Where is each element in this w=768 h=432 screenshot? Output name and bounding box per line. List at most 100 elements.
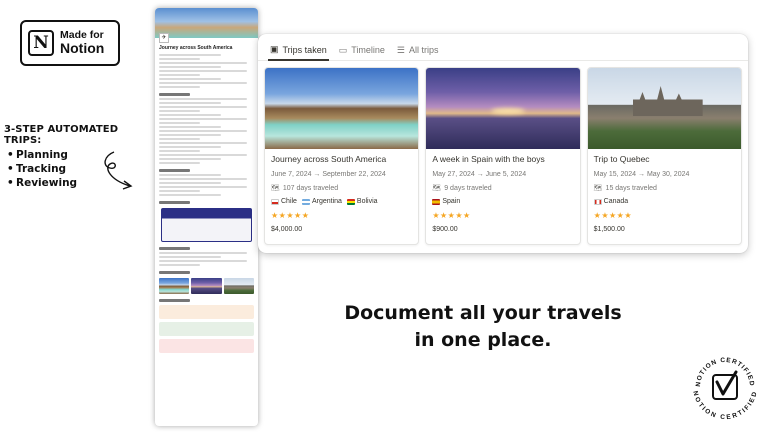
trip-card-south-america[interactable]: Journey across South America June 7, 202…	[264, 67, 420, 245]
callout-block	[159, 339, 254, 353]
callout-block	[159, 305, 254, 319]
section-heading	[159, 247, 190, 250]
tab-timeline[interactable]: ▭ Timeline	[337, 40, 387, 60]
checklist-row	[159, 150, 201, 152]
canada-flag-icon	[593, 198, 602, 205]
argentina-flag-icon	[301, 198, 310, 205]
view-tabs: ▣ Trips taken ▭ Timeline ☰ All trips	[258, 34, 748, 61]
table-row	[159, 256, 221, 258]
timeline-icon: ▭	[338, 44, 348, 55]
section-heading	[159, 201, 190, 204]
checklist-row	[159, 102, 221, 104]
boarding-pass-image	[161, 208, 252, 242]
checklist-row	[159, 162, 201, 164]
sunset-glow	[491, 108, 526, 114]
notion-logo-icon: N	[28, 30, 54, 56]
property-row	[159, 82, 247, 84]
checklist-row	[159, 134, 221, 136]
badge-text: Made for Notion	[60, 30, 104, 56]
checklist-row	[159, 146, 221, 148]
country-tag: Chile	[271, 198, 297, 205]
list-icon: ☰	[396, 44, 405, 55]
card-grid: Journey across South America June 7, 202…	[258, 61, 748, 245]
tab-label: All trips	[408, 45, 439, 55]
card-price: $900.00	[432, 226, 458, 233]
days-text: 107 days traveled	[282, 184, 339, 192]
table-row	[159, 174, 221, 176]
checklist-row	[159, 138, 201, 140]
notion-page-preview[interactable]: ✈ Journey across South America	[155, 8, 258, 426]
checklist-row	[159, 130, 247, 132]
table-row	[159, 190, 201, 192]
spain-flag-icon	[432, 198, 441, 205]
headline-line-1: Document all your travels	[344, 302, 622, 324]
property-row	[159, 74, 201, 76]
tab-label: Trips taken	[282, 44, 327, 55]
map-icon: 🗺	[593, 185, 603, 192]
promo-title: 3-STEP AUTOMATED TRIPS:	[4, 124, 119, 146]
country-name: Chile	[281, 198, 297, 205]
country-tag: Canada	[593, 198, 629, 205]
card-price: $4,000.00	[271, 226, 303, 233]
card-title: A week in Spain with the boys	[432, 154, 545, 164]
thumbnail	[159, 278, 190, 294]
card-dates: May 27, 2024 → June 5, 2024	[432, 171, 527, 178]
gallery-icon: ▣	[270, 44, 279, 54]
card-cover-image	[265, 68, 419, 149]
gallery-thumbnails	[159, 278, 254, 294]
trip-card-quebec[interactable]: Trip to Quebec May 15, 2024 → May 30, 20…	[586, 67, 742, 245]
checklist-row	[159, 158, 221, 160]
castle-silhouette	[632, 86, 703, 116]
map-icon: 🗺	[271, 185, 280, 192]
headline: Document all your travels in one place.	[300, 300, 666, 354]
checklist-row	[159, 154, 247, 156]
property-row	[159, 62, 247, 64]
curly-arrow-icon	[104, 151, 133, 190]
card-price: $1,500.00	[593, 226, 625, 233]
property-row	[159, 66, 221, 68]
card-dates: May 15, 2024 → May 30, 2024	[593, 171, 690, 178]
property-row	[159, 78, 221, 80]
notion-certified-seal-icon: NOTION CERTIFIED NOTION CERTIFIED	[691, 357, 757, 421]
tab-all-trips[interactable]: ☰ All trips	[395, 40, 441, 60]
country-tags: Chile Argentina Bolivia	[271, 198, 412, 205]
table-row	[159, 264, 201, 266]
property-row	[159, 58, 201, 60]
table-row	[159, 194, 221, 196]
chile-flag-icon	[271, 198, 279, 205]
country-name: Argentina	[311, 198, 342, 205]
checklist-row	[159, 118, 247, 120]
map-icon: 🗺	[432, 185, 442, 192]
country-tag: Bolivia	[346, 198, 378, 205]
rating-stars: ★★★★★	[593, 211, 633, 220]
table-row	[159, 186, 247, 188]
country-tag: Spain	[432, 198, 460, 205]
checklist-row	[159, 142, 247, 144]
table-row	[159, 178, 247, 180]
tab-trips-taken[interactable]: ▣ Trips taken	[268, 40, 329, 61]
property-row	[159, 70, 247, 72]
table-row	[159, 252, 247, 254]
card-days-traveled: 🗺 15 days traveled	[593, 184, 735, 193]
days-text: 15 days traveled	[605, 184, 657, 192]
days-text: 9 days traveled	[444, 184, 492, 192]
checklist-row	[159, 98, 247, 100]
country-tags: Spain	[432, 198, 573, 205]
section-heading	[159, 169, 190, 172]
trips-gallery-view: ▣ Trips taken ▭ Timeline ☰ All trips Jou…	[258, 34, 748, 253]
bolivia-flag-icon	[346, 198, 355, 205]
country-name: Canada	[603, 198, 629, 205]
made-for-notion-badge: N Made for Notion	[20, 20, 120, 66]
tab-label: Timeline	[351, 45, 385, 55]
page-cover-image	[155, 8, 258, 38]
card-days-traveled: 🗺 107 days traveled	[271, 184, 412, 193]
property-row	[159, 86, 201, 88]
checklist-row	[159, 126, 221, 128]
card-title: Journey across South America	[271, 154, 387, 164]
table-row	[159, 182, 221, 184]
card-cover-image	[587, 68, 741, 149]
page-emoji-icon: ✈	[159, 33, 169, 43]
checklist-row	[159, 122, 201, 124]
section-heading	[159, 299, 190, 302]
trip-card-spain[interactable]: A week in Spain with the boys May 27, 20…	[425, 67, 581, 245]
